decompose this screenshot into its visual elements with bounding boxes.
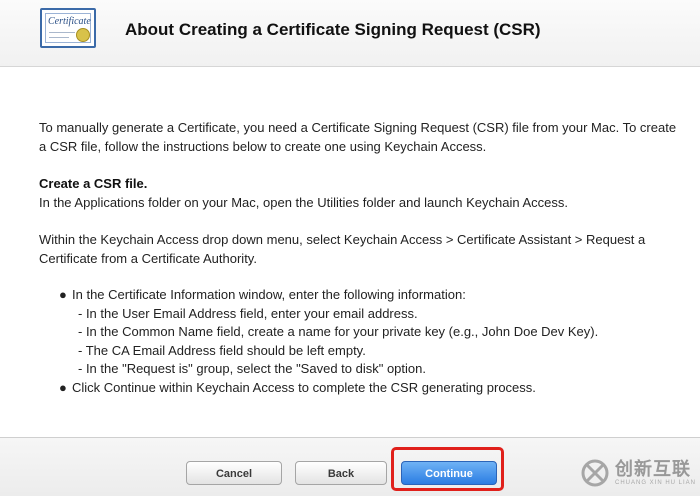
intro-text: To manually generate a Certificate, you … — [39, 120, 677, 154]
list-item: ● Click Continue within Keychain Access … — [39, 379, 679, 398]
watermark: 创新互联 CHUANG XIN HU LIAN — [580, 454, 696, 492]
certificate-icon: Certificate — [40, 8, 96, 48]
watermark-cn: 创新互联 — [614, 459, 691, 479]
bullet-icon: ● — [59, 379, 67, 395]
dialog-title: About Creating a Certificate Signing Req… — [125, 20, 541, 39]
watermark-en: CHUANG XIN HU LIAN — [614, 480, 696, 486]
watermark-logo-icon — [580, 458, 610, 488]
section-text: In the Applications folder on your Mac, … — [39, 194, 568, 210]
continue-button[interactable]: Continue — [401, 461, 497, 485]
section-title: Create a CSR file. — [39, 176, 148, 191]
cancel-button[interactable]: Cancel — [186, 461, 282, 485]
instructions-content: To manually generate a Certificate, you … — [39, 119, 679, 397]
sub-list-item: - The CA Email Address field should be l… — [78, 342, 366, 358]
dialog-header: Certificate About Creating a Certificate… — [0, 0, 700, 67]
sub-list-item: - In the "Request is" group, select the … — [78, 361, 426, 376]
menu-instructions: Within the Keychain Access drop down men… — [39, 232, 646, 266]
back-button[interactable]: Back — [295, 461, 387, 485]
sub-steps-list: - In the User Email Address field, enter… — [72, 305, 679, 379]
sub-list-item: - In the User Email Address field, enter… — [78, 305, 418, 321]
steps-list: ● In the Certificate Information window,… — [39, 286, 679, 397]
dialog-footer: Cancel Back Continue 创新互联 CHUANG XIN HU … — [0, 437, 700, 496]
list-item: ● In the Certificate Information window,… — [39, 286, 679, 379]
sub-list-item: - In the Common Name field, create a nam… — [78, 324, 599, 339]
bullet-icon: ● — [59, 287, 67, 302]
